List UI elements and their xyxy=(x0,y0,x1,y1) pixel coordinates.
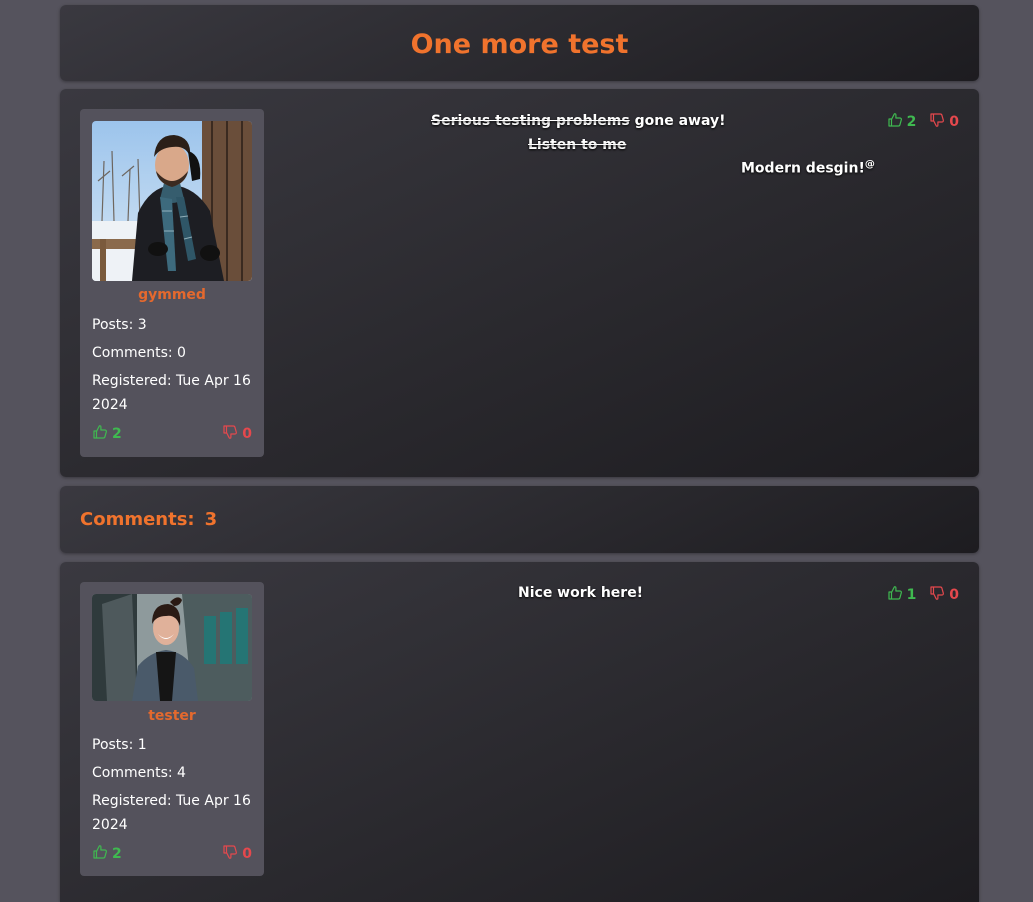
comment-author-registered: Registered: Tue Apr 16 2024 xyxy=(92,793,251,833)
post-title-panel: One more test xyxy=(60,5,979,81)
post-body-line-1: Serious testing problems gone away! xyxy=(431,113,726,129)
post-votes: 2 0 xyxy=(887,112,959,130)
thumbs-up-icon xyxy=(887,585,903,601)
post-dislike-count: 0 xyxy=(949,114,959,130)
thumbs-down-icon xyxy=(929,585,945,601)
avatar[interactable] xyxy=(92,594,252,701)
comments-count: 3 xyxy=(204,509,218,530)
thumbs-up-icon xyxy=(92,424,108,440)
comments-label: Comments: xyxy=(80,509,195,530)
comment-author-card: tester Posts: 1 Comments: 4 Registered: … xyxy=(80,582,264,876)
author-like-button[interactable]: 2 xyxy=(92,424,122,442)
comment-dislike-count: 0 xyxy=(949,587,959,603)
comment-author-posts: Posts: 1 xyxy=(92,737,147,753)
comment-author-comments: Comments: 4 xyxy=(92,765,186,781)
comment-author-like-button[interactable]: 2 xyxy=(92,844,122,862)
post-body-text: gone away! xyxy=(629,113,726,129)
comment-like-button[interactable]: 1 xyxy=(887,585,917,603)
author-dislike-count: 0 xyxy=(242,426,252,442)
author-dislike-button[interactable]: 0 xyxy=(222,424,252,442)
author-username[interactable]: gymmed xyxy=(80,287,264,303)
post-body-struck-text: Serious testing problems xyxy=(431,113,630,129)
post-dislike-button[interactable]: 0 xyxy=(929,114,959,130)
thumbs-up-icon xyxy=(92,844,108,860)
post-body-line-3: Modern desgin!@ xyxy=(741,159,875,177)
comment-votes: 1 0 xyxy=(887,585,959,603)
comment-author-like-count: 2 xyxy=(112,846,122,862)
comment-dislike-button[interactable]: 0 xyxy=(929,587,959,603)
comment-item: tester Posts: 1 Comments: 4 Registered: … xyxy=(60,562,979,902)
author-card: gymmed Posts: 3 Comments: 0 Registered: … xyxy=(80,109,264,457)
comments-header-panel: Comments: 3 xyxy=(60,486,979,553)
author-posts: Posts: 3 xyxy=(92,317,147,333)
author-like-count: 2 xyxy=(112,426,122,442)
comment-author-username[interactable]: tester xyxy=(80,708,264,724)
post-body-line-3-sup: @ xyxy=(864,159,875,170)
avatar[interactable] xyxy=(92,121,252,281)
thumbs-up-icon xyxy=(887,112,903,128)
post-body-line-2: Listen to me xyxy=(528,137,627,153)
comments-header: Comments: 3 xyxy=(80,509,217,531)
thumbs-down-icon xyxy=(222,424,238,440)
comment-author-dislike-button[interactable]: 0 xyxy=(222,844,252,862)
post-like-button[interactable]: 2 xyxy=(887,112,917,130)
comment-like-count: 1 xyxy=(906,587,917,603)
post-title: One more test xyxy=(410,29,629,60)
post-body-line-3-text: Modern desgin! xyxy=(741,160,865,177)
comment-body: Nice work here! xyxy=(518,585,644,601)
comment-author-dislike-count: 0 xyxy=(242,846,252,862)
page: One more test gymmed Posts: 3 Comments: … xyxy=(0,0,1033,902)
author-registered: Registered: Tue Apr 16 2024 xyxy=(92,373,251,413)
thumbs-down-icon xyxy=(929,112,945,128)
thumbs-down-icon xyxy=(222,844,238,860)
post-like-count: 2 xyxy=(906,114,917,130)
author-comments: Comments: 0 xyxy=(92,345,186,361)
post-panel: gymmed Posts: 3 Comments: 0 Registered: … xyxy=(60,89,979,477)
